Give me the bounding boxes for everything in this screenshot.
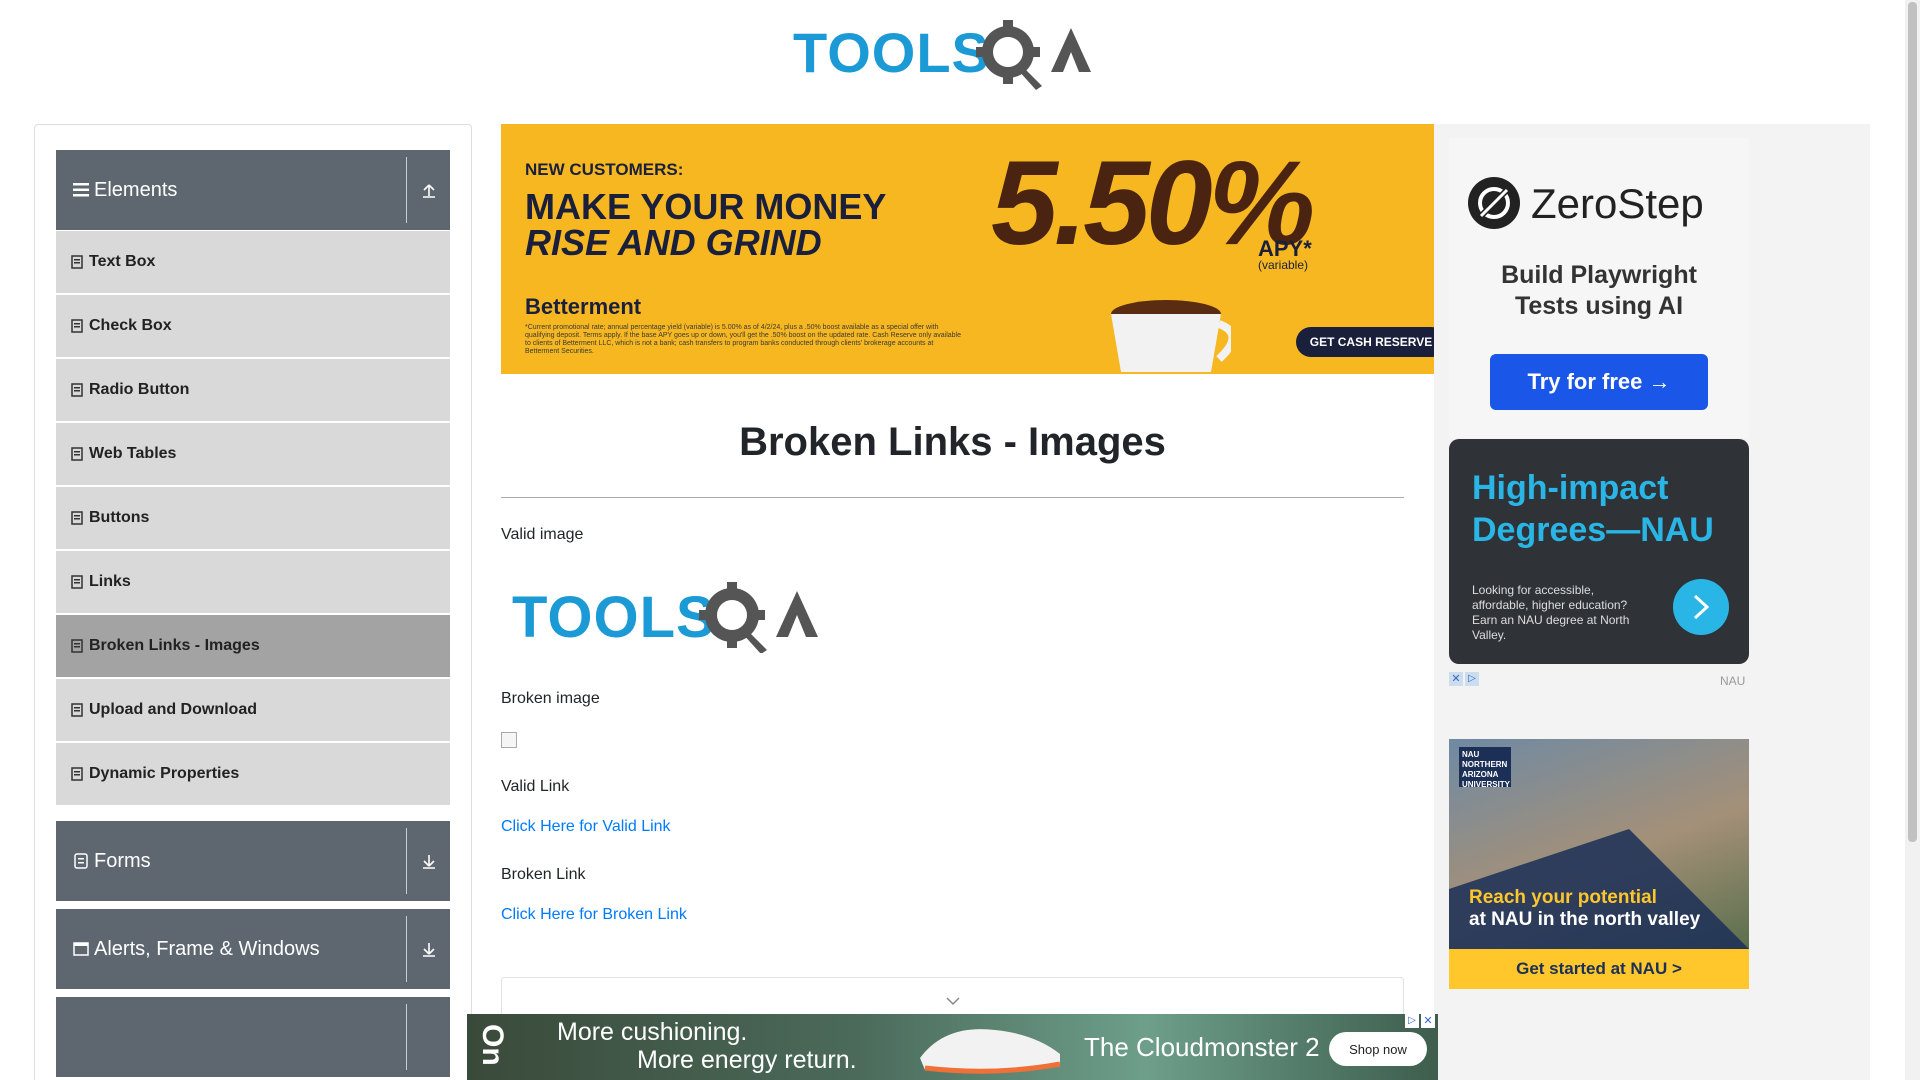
nau-ad-high-impact[interactable]: High-impact Degrees—NAU Looking for acce… [1449,439,1749,664]
menu-item-label: Text Box [89,253,156,270]
nau-ad-reach-potential[interactable]: NAU NORTHERN ARIZONA UNIVERSITY Reach yo… [1449,739,1749,989]
hamburger-icon [72,182,90,198]
expand-down-icon[interactable] [407,909,450,989]
zerostep-logo-icon [1468,177,1520,229]
ad-eyebrow: NEW CUSTOMERS: [525,160,684,179]
nau2-headline-1: Reach your potential [1469,887,1657,908]
group-title: Forms [94,849,151,872]
page-title: Broken Links - Images [739,420,1166,464]
ad-fine-print: *Current promotional rate; annual percen… [525,324,961,355]
nau-badge: NAU NORTHERN ARIZONA UNIVERSITY [1459,747,1511,789]
sidebar-group-partial[interactable] [56,997,450,1077]
menu-item-icon [71,767,83,781]
scrollbar-thumb[interactable] [1908,2,1917,842]
sidebar-item-buttons[interactable]: Buttons [56,487,450,549]
menu-item-icon [71,255,83,269]
menu-item-label: Links [89,573,131,590]
nau-headline: High-impact Degrees—NAU [1472,469,1714,549]
group-title: Alerts, Frame & Windows [94,937,320,960]
sidebar-item-check-box[interactable]: Check Box [56,295,450,357]
zerostep-cta-button[interactable]: Try for free → [1490,354,1708,410]
nau2-cta-button[interactable]: Get started at NAU > [1449,949,1749,989]
valid-image-label: Valid image [501,526,584,543]
menu-item-label: Radio Button [89,381,190,398]
shop-now-button[interactable]: Shop now [1329,1032,1427,1066]
menu-item-icon [71,703,83,717]
title-divider [501,497,1404,498]
expand-down-icon[interactable] [407,821,450,901]
chevron-down-icon [946,997,960,1006]
menu-item-icon [71,639,83,653]
betterment-brand: Betterment [525,294,642,319]
sidebar-group-elements[interactable]: Elements [56,150,450,230]
sidebar-item-dynamic-properties[interactable]: Dynamic Properties [56,743,450,805]
valid-link[interactable]: Click Here for Valid Link [501,818,671,836]
chevron-right-icon[interactable] [1673,579,1729,635]
coffee-cup-icon [1111,300,1231,372]
broken-image-label: Broken image [501,690,600,707]
menu-item-label: Buttons [89,509,150,526]
zerostep-ad[interactable]: ZeroStep Build Playwright Tests using AI… [1449,138,1749,438]
sidebar-group-alerts[interactable]: Alerts, Frame & Windows [56,909,450,989]
svg-text:TOOLS: TOOLS [793,21,990,84]
bottom-ad-line-2: More energy return. [637,1046,857,1074]
svg-text:TOOLS: TOOLS [512,585,716,650]
bottom-ad-product: The Cloudmonster 2 [1084,1032,1320,1062]
page-scrollbar[interactable] [1905,0,1920,1080]
menu-item-icon [71,383,83,397]
menu-item-icon [71,511,83,525]
sidebar-item-upload-download[interactable]: Upload and Download [56,679,450,741]
valid-image: TOOLS [512,582,818,653]
nau-body: Looking for accessible, affordable, high… [1472,583,1630,642]
broken-link[interactable]: Click Here for Broken Link [501,906,687,924]
menu-item-label: Broken Links - Images [89,637,260,654]
adchoices-icon[interactable]: ✕ ▷ [1449,672,1479,686]
ad-cta-button[interactable]: GET CASH RESERVE [1296,327,1434,357]
form-icon [72,853,90,869]
sidebar-item-web-tables[interactable]: Web Tables [56,423,450,485]
toolsqa-logo[interactable]: TOOLS [793,14,1115,90]
menu-item-icon [71,447,83,461]
shoe-icon [920,1029,1061,1074]
collapse-up-icon[interactable] [407,150,450,230]
ad-source: NAU [1720,674,1746,688]
broken-link-label: Broken Link [501,866,586,883]
menu-item-label: Web Tables [89,445,177,462]
sidebar-item-broken-links-images[interactable]: Broken Links - Images [56,615,450,677]
valid-link-label: Valid Link [501,778,570,795]
adchoices-icon[interactable]: ▷ ✕ [1405,1014,1435,1028]
menu-item-icon [71,319,83,333]
sidebar-item-text-box[interactable]: Text Box [56,231,450,293]
sidebar-group-forms[interactable]: Forms [56,821,450,901]
page: TOOLS Elements Text Box Check Box Radio … [0,0,1920,1080]
menu-item-label: Dynamic Properties [89,765,240,782]
on-logo: On [476,1024,509,1066]
broken-image-icon [501,732,517,748]
menu-item-label: Check Box [89,317,172,334]
group-title: Elements [94,178,178,201]
ad-headline-1: MAKE YOUR MONEY [525,186,887,227]
ad-apy-note: (variable) [1258,258,1309,272]
zerostep-brand: ZeroStep [1531,180,1704,227]
ad-headline-2: RISE AND GRIND [525,222,822,263]
on-cloudmonster-ad[interactable]: On More cushioning. More energy return. … [467,1014,1438,1080]
sidebar-item-links[interactable]: Links [56,551,450,613]
sidebar: Elements Text Box Check Box Radio Button… [34,124,472,1080]
sidebar-item-radio-button[interactable]: Radio Button [56,359,450,421]
zerostep-tagline: Build Playwright Tests using AI [1501,261,1697,320]
bottom-ad-line-1: More cushioning. [557,1018,748,1046]
menu-item-icon [71,575,83,589]
nau2-headline-2: at NAU in the north valley [1469,909,1701,930]
betterment-ad[interactable]: NEW CUSTOMERS: MAKE YOUR MONEY RISE AND … [501,124,1434,374]
menu-item-label: Upload and Download [89,701,257,718]
window-icon [72,941,90,957]
